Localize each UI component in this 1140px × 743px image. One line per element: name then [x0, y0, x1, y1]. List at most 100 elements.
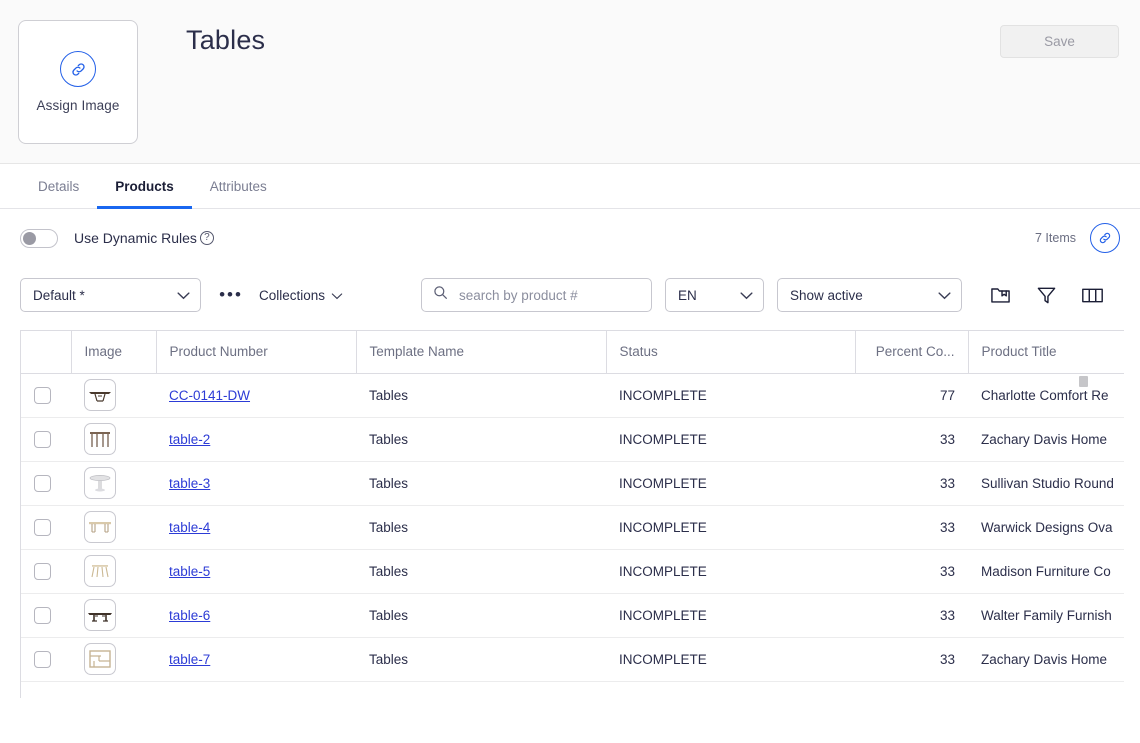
column-header-product-title[interactable]: Product Title	[968, 331, 1124, 373]
row-product-number-cell: table-6	[156, 593, 356, 637]
search-input[interactable]	[457, 287, 641, 304]
row-checkbox[interactable]	[34, 387, 51, 404]
row-checkbox[interactable]	[34, 519, 51, 536]
row-product-title-cell: Sullivan Studio Round	[968, 461, 1124, 505]
row-product-number-cell: table-7	[156, 637, 356, 681]
assign-image-card[interactable]: Assign Image	[18, 20, 138, 144]
search-box[interactable]	[421, 278, 652, 312]
save-button[interactable]: Save	[1000, 25, 1119, 58]
row-checkbox[interactable]	[34, 651, 51, 668]
filter-toolbar: Default * ••• Collections EN Show active	[0, 267, 1140, 323]
row-checkbox[interactable]	[34, 607, 51, 624]
row-image-cell	[71, 593, 156, 637]
filter-funnel-icon[interactable]	[1031, 280, 1061, 310]
dark-trestle-dining-table-thumb	[84, 379, 116, 411]
row-template-name-cell: Tables	[356, 417, 606, 461]
column-header-percent-complete[interactable]: Percent Co...	[855, 331, 968, 373]
status-filter-select[interactable]: Show active	[777, 278, 962, 312]
table-row[interactable]: table-3TablesINCOMPLETE33Sullivan Studio…	[21, 461, 1124, 505]
row-image-cell	[71, 461, 156, 505]
row-checkbox[interactable]	[34, 475, 51, 492]
row-checkbox[interactable]	[34, 563, 51, 580]
row-status-cell: INCOMPLETE	[606, 593, 855, 637]
page-title: Tables	[186, 25, 265, 56]
use-dynamic-rules-toggle[interactable]	[20, 229, 58, 248]
table-row[interactable]: table-4 TablesINCOMPLETE33Warwick Designs…	[21, 505, 1124, 549]
row-percent-complete-cell: 77	[855, 373, 968, 417]
row-product-title-cell: Zachary Davis Home	[968, 637, 1124, 681]
row-template-name-cell: Tables	[356, 461, 606, 505]
table-row[interactable]: table-6TablesINCOMPLETE33Walter Family F…	[21, 593, 1124, 637]
product-number-link[interactable]: table-6	[169, 608, 210, 623]
columns-icon[interactable]	[1077, 280, 1107, 310]
row-status-cell: INCOMPLETE	[606, 461, 855, 505]
collections-label: Collections	[259, 288, 325, 303]
product-number-link[interactable]: table-4	[169, 520, 210, 535]
row-product-title-cell: Warwick Designs Ova	[968, 505, 1124, 549]
table-row[interactable]: CC-0141-DWTablesINCOMPLETE77Charlotte Co…	[21, 373, 1124, 417]
help-icon[interactable]: ?	[200, 231, 214, 245]
product-number-link[interactable]: CC-0141-DW	[169, 388, 250, 403]
more-options-button[interactable]: •••	[216, 281, 246, 309]
row-status-cell: INCOMPLETE	[606, 505, 855, 549]
product-number-link[interactable]: table-7	[169, 652, 210, 667]
items-count: 7 Items	[1035, 231, 1076, 245]
row-select-cell	[21, 417, 71, 461]
row-percent-complete-cell: 33	[855, 549, 968, 593]
tab-bar: Details Products Attributes	[0, 164, 1140, 209]
white-round-pedestal-table-thumb	[84, 467, 116, 499]
column-header-select[interactable]	[21, 331, 71, 373]
chevron-down-icon	[177, 288, 190, 303]
row-image-cell	[71, 417, 156, 461]
tab-details[interactable]: Details	[20, 164, 97, 208]
row-checkbox[interactable]	[34, 431, 51, 448]
wood-four-leg-table-thumb	[84, 423, 116, 455]
chevron-down-icon	[938, 288, 951, 303]
column-header-image[interactable]: Image	[71, 331, 156, 373]
row-product-title-cell: Zachary Davis Home	[968, 417, 1124, 461]
row-select-cell	[21, 637, 71, 681]
column-header-product-number[interactable]: Product Number	[156, 331, 356, 373]
row-status-cell: INCOMPLETE	[606, 549, 855, 593]
table-row[interactable]: table-5 TablesINCOMPLETE33Madison Furnitu…	[21, 549, 1124, 593]
row-product-number-cell: table-2	[156, 417, 356, 461]
column-header-status[interactable]: Status	[606, 331, 855, 373]
link-chain-icon-button[interactable]	[1090, 223, 1120, 253]
row-percent-complete-cell: 33	[855, 637, 968, 681]
row-image-cell	[71, 373, 156, 417]
view-select[interactable]: Default *	[20, 278, 201, 312]
row-percent-complete-cell: 33	[855, 593, 968, 637]
row-image-cell	[71, 549, 156, 593]
row-select-cell	[21, 505, 71, 549]
assign-image-label: Assign Image	[37, 98, 120, 113]
row-template-name-cell: Tables	[356, 637, 606, 681]
row-product-title-cell: Walter Family Furnish	[968, 593, 1124, 637]
table-vertical-scrollbar[interactable]	[1079, 376, 1088, 387]
table-row[interactable]: table-2TablesINCOMPLETE33Zachary Davis H…	[21, 417, 1124, 461]
row-percent-complete-cell: 33	[855, 505, 968, 549]
column-header-template-name[interactable]: Template Name	[356, 331, 606, 373]
view-select-value: Default *	[33, 288, 85, 303]
row-product-title-cell: Madison Furniture Co	[968, 549, 1124, 593]
row-select-cell	[21, 593, 71, 637]
link-chain-icon	[60, 51, 96, 87]
collections-dropdown[interactable]: Collections	[259, 288, 343, 303]
product-number-link[interactable]: table-5	[169, 564, 210, 579]
row-template-name-cell: Tables	[356, 549, 606, 593]
chevron-down-icon	[740, 288, 753, 303]
row-select-cell	[21, 373, 71, 417]
folder-bookmark-icon[interactable]	[985, 280, 1015, 310]
dark-pedestal-dining-table-thumb	[84, 599, 116, 631]
row-status-cell: INCOMPLETE	[606, 373, 855, 417]
product-number-link[interactable]: table-3	[169, 476, 210, 491]
tab-products[interactable]: Products	[97, 164, 192, 208]
language-select[interactable]: EN	[665, 278, 764, 312]
dynamic-rules-row: Use Dynamic Rules ? 7 Items	[0, 209, 1140, 267]
tab-attributes[interactable]: Attributes	[192, 164, 285, 208]
product-number-link[interactable]: table-2	[169, 432, 210, 447]
tapered-leg-table-thumb	[84, 555, 116, 587]
table-row[interactable]: table-7TablesINCOMPLETE33Zachary Davis H…	[21, 637, 1124, 681]
use-dynamic-rules-label: Use Dynamic Rules ?	[74, 230, 214, 246]
row-template-name-cell: Tables	[356, 505, 606, 549]
chevron-down-icon	[331, 288, 343, 303]
